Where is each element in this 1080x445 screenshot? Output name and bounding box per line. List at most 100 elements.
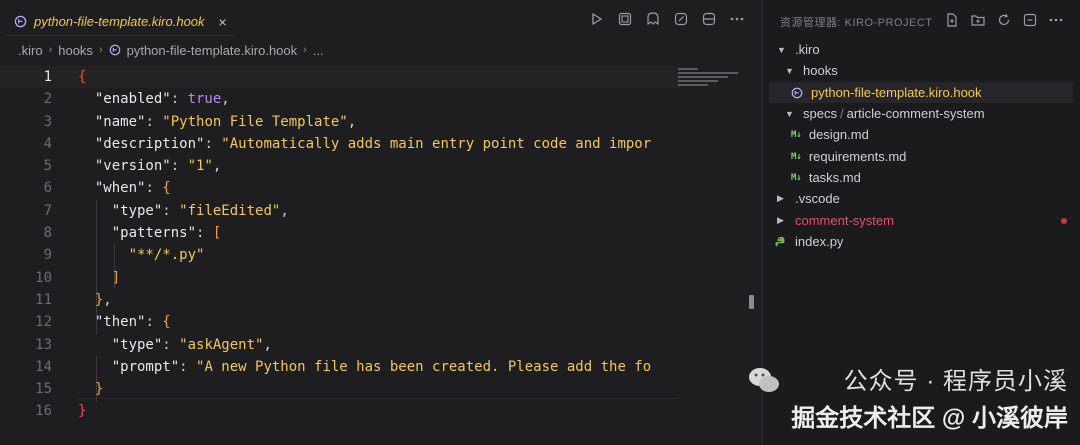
tree-file-index-py[interactable]: index.py [775,231,843,252]
line-number: 2 [43,91,52,108]
new-file-icon[interactable] [943,11,961,29]
open-changes-icon[interactable] [616,10,634,28]
tree-folder-specs[interactable]: ▼ specs / article-comment-system [785,103,985,124]
tab-title: python-file-template.kiro.hook [34,14,205,29]
json-key: "name" [94,113,146,130]
watermark-line-1: 公众号 · 程序员小溪 [843,368,1068,395]
modified-indicator [1061,217,1067,224]
json-key: "when" [94,180,146,197]
tree-folder-hooks[interactable]: ▼ hooks [785,60,838,81]
more-actions-icon[interactable] [1047,11,1065,29]
tree-folder-kiro[interactable]: ▼ .kiro [777,39,820,60]
breadcrumb-item[interactable]: ... [313,43,324,58]
tree-item-label: hooks [803,63,838,78]
json-key: "type" [111,202,163,219]
code-line[interactable]: 1{ [0,66,680,89]
line-number: 13 [35,336,52,353]
tree-item-label: comment-system [795,213,894,228]
json-value: "**/*.py" [128,247,205,264]
vertical-scrollbar[interactable] [749,295,754,309]
close-icon[interactable]: × [219,14,227,30]
line-number: 16 [35,403,52,420]
tree-item-label: .vscode [795,191,840,206]
tree-item-label: tasks.md [808,170,861,185]
json-key: "version" [94,158,171,175]
markdown-icon: M↓ [791,172,802,183]
json-value: true [187,91,222,108]
hook-icon [109,44,120,56]
json-value: "askAgent" [179,336,264,353]
close-bracket: ] [111,269,121,286]
open-brace: { [78,69,87,85]
edit-icon[interactable] [672,10,690,28]
code-line[interactable]: 7 "type": "fileEdited", [0,200,680,222]
breadcrumb: .kiro › hooks › python-file-template.kir… [18,40,324,60]
code-editor[interactable]: 1{ 2 "enabled": true, 3 "name": "Python … [0,66,680,423]
json-value: "1" [187,158,213,175]
line-number: 1 [43,69,52,85]
code-line[interactable]: 8 "patterns": [ [0,222,680,244]
code-line[interactable]: 2 "enabled": true, [0,88,680,110]
code-line[interactable]: 3 "name": "Python File Template", [0,111,680,133]
code-line[interactable]: 6 "when": { [0,177,680,199]
tree-file-design[interactable]: M↓ design.md [791,124,869,145]
line-number: 5 [43,158,52,175]
code-line[interactable]: 10 ] [0,267,680,289]
watermark-line-2: 掘金技术社区 @ 小溪彼岸 [791,405,1068,432]
editor-tab[interactable]: python-file-template.kiro.hook × [6,8,235,36]
line-number: 10 [35,269,52,286]
refresh-icon[interactable] [995,11,1013,29]
json-key: "type" [111,336,163,353]
tree-folder-vscode[interactable]: ▶ .vscode [777,188,840,209]
tree-file-hook[interactable]: python-file-template.kiro.hook [769,82,1073,103]
chevron-down-icon: ▼ [785,108,794,119]
line-number: 4 [43,135,52,152]
chevron-right-icon: ▶ [777,215,784,225]
tree-file-tasks[interactable]: M↓ tasks.md [791,167,861,188]
tree-file-requirements[interactable]: M↓ requirements.md [791,146,906,167]
code-line[interactable]: 11 }, [0,289,680,311]
breadcrumb-item[interactable]: .kiro [18,43,43,58]
collapse-all-icon[interactable] [1021,11,1039,29]
close-brace: } [94,381,104,398]
explorer-title: 资源管理器: KIRO-PROJECT [780,17,933,29]
chevron-right-icon: ▶ [777,193,784,203]
line-number: 11 [35,291,52,308]
run-icon[interactable] [588,10,606,28]
tree-item-label: requirements.md [808,149,907,164]
tree-item-label: python-file-template.kiro.hook [811,85,982,100]
tree-folder-comment-system[interactable]: ▶ comment-system [777,210,1067,231]
tree-item-label: .kiro [795,42,820,57]
line-number: 15 [35,381,52,398]
chevron-right-icon: › [303,44,307,56]
path-separator: / [839,106,844,121]
code-line[interactable]: 4 "description": "Automatically adds mai… [0,133,680,155]
line-number: 9 [43,247,52,264]
code-line[interactable]: 16} [0,400,680,422]
line-number: 12 [35,314,52,331]
line-number: 6 [43,180,52,197]
breadcrumb-item[interactable]: python-file-template.kiro.hook [127,43,298,58]
wechat-icon [749,368,780,392]
line-number: 3 [43,113,52,130]
tree-item-label: index.py [795,234,844,249]
horizontal-scrollbar[interactable] [78,398,678,399]
new-folder-icon[interactable] [969,11,987,29]
code-line[interactable]: 14 "prompt": "A new Python file has been… [0,356,680,378]
breadcrumb-item[interactable]: hooks [58,43,93,58]
json-key: "patterns" [111,225,197,242]
markdown-icon: M↓ [791,151,802,162]
code-line[interactable]: 9 "**/*.py" [0,244,680,266]
kiro-icon[interactable] [644,10,662,28]
json-value: "Automatically adds main entry point cod… [221,135,652,152]
editor-pane: python-file-template.kiro.hook × .kiro ›… [0,0,762,445]
hook-icon [14,15,27,28]
split-editor-icon[interactable] [700,10,718,28]
code-line[interactable]: 5 "version": "1", [0,155,680,177]
minimap[interactable] [678,68,748,98]
code-line[interactable]: 12 "then": { [0,311,680,333]
more-actions-icon[interactable] [728,10,746,28]
code-line[interactable]: 13 "type": "askAgent", [0,334,680,356]
watermark: 公众号 · 程序员小溪 掘金技术社区 @ 小溪彼岸 [749,361,1068,433]
line-number: 14 [35,358,52,375]
